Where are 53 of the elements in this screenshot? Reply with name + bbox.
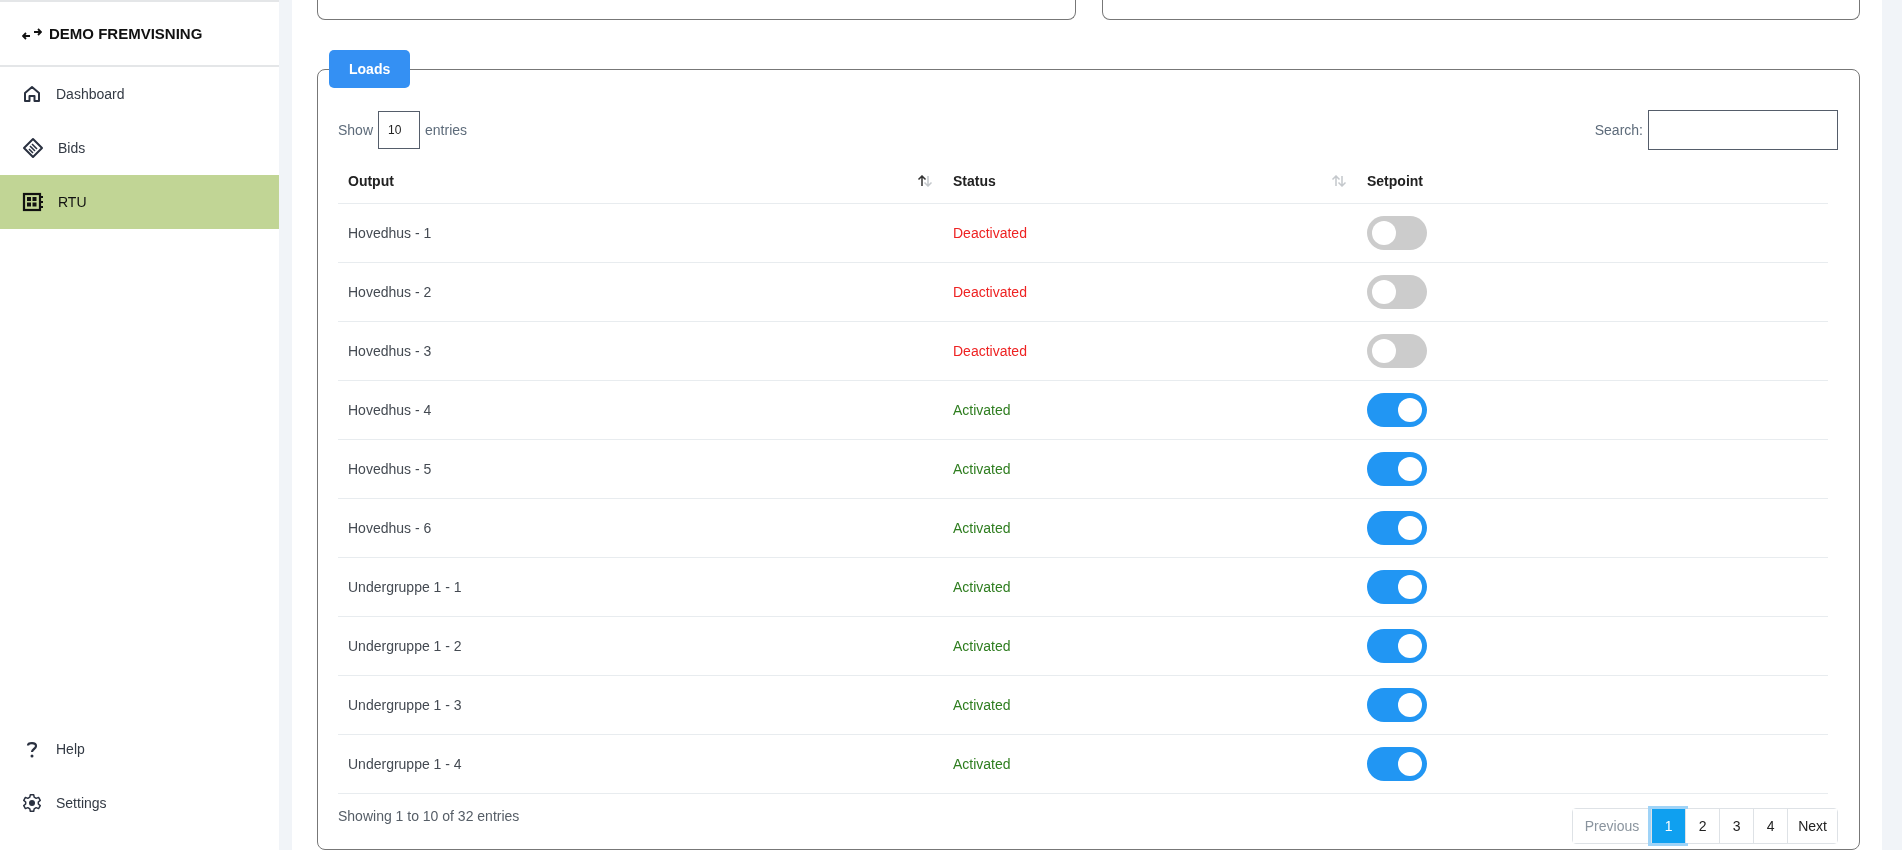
sort-ascending-icon[interactable] bbox=[917, 174, 933, 187]
brand-name: DEMO FREMVISNING bbox=[49, 25, 203, 42]
entries-info: Showing 1 to 10 of 32 entries bbox=[338, 808, 520, 824]
nav-item[interactable]: Help bbox=[0, 722, 279, 776]
table-cell: Activated bbox=[943, 557, 1357, 617]
column-header[interactable]: Status bbox=[943, 158, 1357, 204]
entries-label: entries bbox=[425, 122, 468, 138]
table-cell: Hovedhus - 5 bbox=[338, 439, 943, 499]
swap-arrows-icon bbox=[22, 25, 42, 42]
next-button[interactable]: Next bbox=[1787, 809, 1837, 843]
column-header[interactable]: Setpoint bbox=[1357, 158, 1828, 204]
nav-item[interactable]: Bids bbox=[0, 121, 279, 175]
table-cell: Activated bbox=[943, 380, 1357, 440]
setpoint-toggle[interactable] bbox=[1367, 393, 1427, 427]
circuit-board-icon bbox=[22, 192, 44, 212]
setpoint-toggle[interactable] bbox=[1367, 511, 1427, 545]
setpoint-toggle[interactable] bbox=[1367, 216, 1427, 250]
nav-item[interactable]: RTU bbox=[0, 175, 279, 229]
setpoint-toggle[interactable] bbox=[1367, 452, 1427, 486]
show-label: Show bbox=[338, 122, 374, 138]
column-header[interactable]: Output bbox=[338, 158, 943, 204]
table-cell: Activated bbox=[943, 616, 1357, 676]
table-cell: Activated bbox=[943, 734, 1357, 794]
table-cell: Deactivated bbox=[943, 203, 1357, 263]
table-cell: Undergruppe 1 - 2 bbox=[338, 616, 943, 676]
table-cell: Hovedhus - 4 bbox=[338, 380, 943, 440]
table-cell: Activated bbox=[943, 439, 1357, 499]
table-cell: Deactivated bbox=[943, 262, 1357, 322]
setpoint-toggle[interactable] bbox=[1367, 688, 1427, 722]
search-label: Search: bbox=[1594, 122, 1643, 138]
table-cell: Hovedhus - 1 bbox=[338, 203, 943, 263]
table-cell: Activated bbox=[943, 675, 1357, 735]
nav-item[interactable]: Settings bbox=[0, 776, 279, 830]
setpoint-toggle[interactable] bbox=[1367, 629, 1427, 663]
table-cell: Undergruppe 1 - 4 bbox=[338, 734, 943, 794]
table-cell: Hovedhus - 3 bbox=[338, 321, 943, 381]
table-cell: Deactivated bbox=[943, 321, 1357, 381]
sort-icon[interactable] bbox=[1331, 174, 1347, 187]
table-cell: Activated bbox=[943, 498, 1357, 558]
table-cell: Undergruppe 1 - 1 bbox=[338, 557, 943, 617]
nav-item[interactable]: Dashboard bbox=[0, 67, 279, 121]
home-icon bbox=[22, 84, 42, 104]
setpoint-toggle[interactable] bbox=[1367, 570, 1427, 604]
search-field[interactable] bbox=[1648, 110, 1838, 150]
setpoint-toggle[interactable] bbox=[1367, 747, 1427, 781]
settings-icon bbox=[22, 793, 42, 813]
table-cell: Undergruppe 1 - 3 bbox=[338, 675, 943, 735]
table-cell: Hovedhus - 2 bbox=[338, 262, 943, 322]
entries-select[interactable]: 10 bbox=[378, 111, 421, 149]
setpoint-toggle[interactable] bbox=[1367, 334, 1427, 368]
table-cell: Hovedhus - 6 bbox=[338, 498, 943, 558]
setpoint-toggle[interactable] bbox=[1367, 275, 1427, 309]
panel-title: Loads bbox=[329, 50, 411, 88]
